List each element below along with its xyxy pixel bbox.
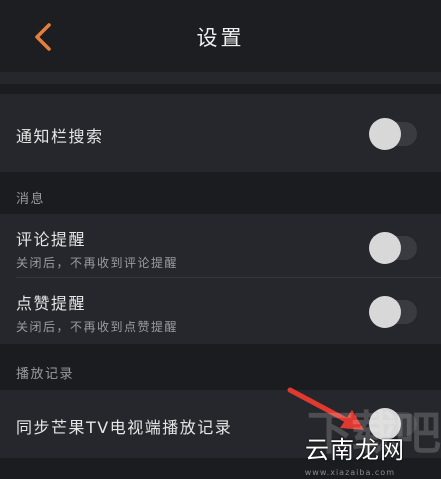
toggle-knob <box>369 408 401 440</box>
toggle-knob <box>369 232 401 264</box>
header: 设置 <box>0 0 441 72</box>
toggle-knob <box>369 118 401 150</box>
setting-label: 评论提醒 <box>16 230 87 249</box>
section-header-messages: 消息 <box>0 172 441 214</box>
setting-label: 通知栏搜索 <box>16 127 104 146</box>
setting-row-notification-search: 通知栏搜索 <box>0 94 441 172</box>
section-label: 消息 <box>16 192 46 207</box>
setting-description: 关闭后，不再收到评论提醒 <box>16 256 179 270</box>
section-header-play-history: 播放记录 <box>0 344 441 390</box>
partially-visible-row: · · · · · <box>0 72 441 84</box>
ghost-text: · · · · · <box>16 72 59 80</box>
setting-row-like-reminder: 点赞提醒 关闭后，不再收到点赞提醒 <box>0 278 441 344</box>
separator <box>0 84 441 94</box>
setting-description: 关闭后，不再收到点赞提醒 <box>16 320 179 334</box>
notification-search-toggle[interactable] <box>369 118 417 150</box>
setting-row-sync-tv-history: 同步芒果TV电视端播放记录 <box>0 390 441 458</box>
like-reminder-toggle[interactable] <box>369 296 417 328</box>
setting-row-comment-reminder: 评论提醒 关闭后，不再收到评论提醒 <box>0 214 441 278</box>
section-label: 播放记录 <box>16 367 75 382</box>
sync-tv-history-toggle[interactable] <box>369 408 417 440</box>
toggle-knob <box>369 296 401 328</box>
page-title: 设置 <box>196 26 245 50</box>
comment-reminder-toggle[interactable] <box>369 232 417 264</box>
bottom-area <box>0 458 441 479</box>
setting-label: 点赞提醒 <box>16 294 87 313</box>
setting-label: 同步芒果TV电视端播放记录 <box>16 418 233 437</box>
